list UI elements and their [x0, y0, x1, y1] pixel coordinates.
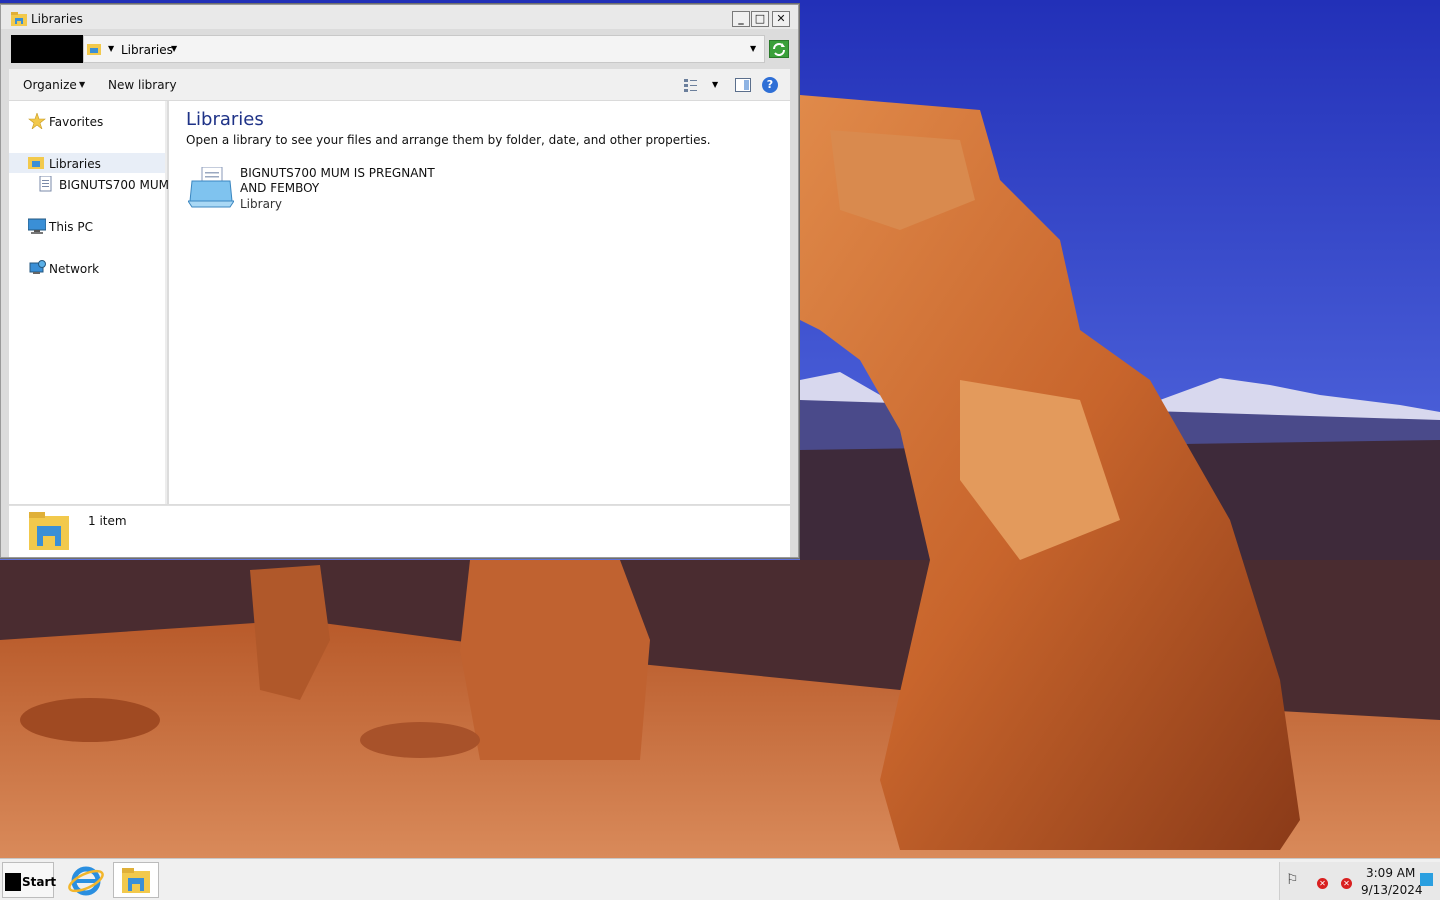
star-icon: [28, 112, 46, 130]
window-titlebar[interactable]: Libraries _ □ ✕: [1, 5, 798, 29]
error-icon[interactable]: ✕: [1341, 878, 1352, 889]
computer-icon: [27, 218, 47, 234]
change-view-icon[interactable]: [683, 77, 699, 93]
libraries-app-icon: [11, 12, 27, 29]
page-description: Open a library to see your files and arr…: [186, 133, 711, 147]
organize-button[interactable]: Organize: [23, 78, 77, 92]
clock-time[interactable]: 3:09 AM: [1366, 866, 1415, 880]
action-center-flag-icon[interactable]: ⚐: [1286, 872, 1299, 888]
breadcrumb-chevron-icon[interactable]: ▼: [108, 44, 114, 53]
window-title: Libraries: [31, 12, 83, 26]
breadcrumb-dropdown-icon[interactable]: ▼: [171, 44, 177, 53]
internet-explorer-icon[interactable]: [62, 862, 110, 898]
sidebar-item-libraries[interactable]: Libraries: [9, 153, 165, 173]
new-library-button[interactable]: New library: [108, 78, 177, 92]
network-icon: [28, 260, 46, 276]
content-pane: Libraries Open a library to see your fil…: [169, 101, 790, 504]
view-options-dropdown-icon[interactable]: ▼: [712, 80, 718, 89]
libraries-icon: [28, 155, 46, 171]
address-bar[interactable]: ▼ Libraries ▼ ▼: [83, 35, 765, 63]
refresh-icon[interactable]: [769, 40, 789, 58]
sidebar-item-network[interactable]: Network: [9, 258, 165, 278]
error-icon[interactable]: ✕: [1317, 878, 1328, 889]
sidebar-item-label: Favorites: [49, 115, 104, 129]
close-button[interactable]: ✕: [772, 11, 790, 27]
library-type: Library: [240, 197, 282, 211]
library-name: BIGNUTS700 MUM IS PREGNANT AND FEMBOY: [240, 166, 435, 195]
sidebar-item-label: BIGNUTS700 MUM I: [59, 178, 177, 192]
page-title: Libraries: [186, 109, 264, 130]
start-logo-icon: [5, 873, 21, 891]
address-history-dropdown-icon[interactable]: ▼: [750, 44, 756, 53]
navigation-pane: Favorites Libraries BIGNUTS700 MUM I Thi…: [9, 101, 176, 504]
sidebar-item-bignuts700-library[interactable]: BIGNUTS700 MUM I: [9, 174, 176, 194]
maximize-button[interactable]: □: [751, 11, 769, 27]
library-tile[interactable]: BIGNUTS700 MUM IS PREGNANT AND FEMBOY Li…: [186, 161, 446, 217]
help-icon[interactable]: ?: [762, 77, 778, 93]
explorer-window[interactable]: Libraries _ □ ✕ ▼ Libraries ▼ ▼ Organize…: [0, 4, 799, 558]
sidebar-item-this-pc[interactable]: This PC: [9, 216, 165, 236]
sidebar-item-label: Libraries: [49, 157, 101, 171]
address-row: ▼ Libraries ▼ ▼: [9, 33, 790, 63]
back-forward-buttons[interactable]: [11, 35, 83, 63]
item-count: 1 item: [88, 514, 127, 528]
minimize-button[interactable]: _: [732, 11, 750, 27]
taskbar: Start ⚐ ✕ ✕ 3:09 AM 9/13/2024: [0, 858, 1440, 900]
sidebar-item-favorites[interactable]: Favorites: [9, 111, 165, 131]
library-document-icon: [39, 175, 57, 192]
show-desktop-button[interactable]: [1420, 873, 1433, 886]
file-explorer-icon[interactable]: [113, 862, 159, 898]
preview-pane-icon[interactable]: [735, 78, 751, 92]
breadcrumb-libraries[interactable]: Libraries: [121, 43, 173, 57]
sidebar-item-label: Network: [49, 262, 100, 276]
library-icon: [187, 166, 235, 212]
libraries-large-icon: [29, 512, 69, 553]
clock-date[interactable]: 9/13/2024: [1361, 883, 1423, 897]
organize-dropdown-icon[interactable]: ▼: [79, 80, 85, 89]
details-pane: 1 item: [9, 505, 790, 557]
command-bar: Organize ▼ New library ▼ ?: [9, 69, 790, 101]
start-button[interactable]: Start: [2, 862, 57, 898]
system-tray: ⚐ ✕ ✕ 3:09 AM 9/13/2024: [1279, 862, 1440, 900]
sidebar-item-label: This PC: [49, 220, 93, 234]
start-label: Start: [22, 875, 57, 889]
libraries-location-icon: [87, 42, 101, 58]
